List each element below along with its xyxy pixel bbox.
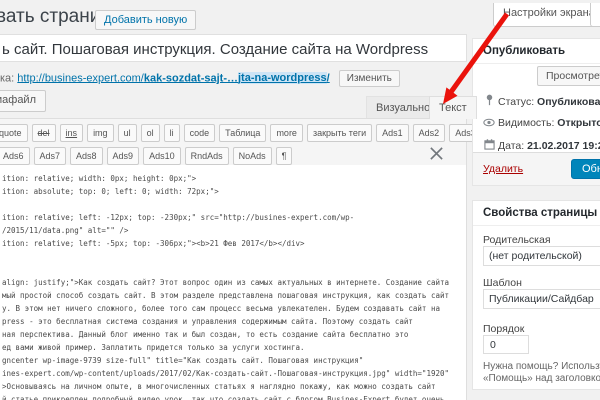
ol-button[interactable]: ol — [141, 124, 160, 142]
permalink-base: http://busines-expert.com/ — [17, 72, 144, 84]
code-line: мый простой способ создать сайт. В этом … — [2, 289, 466, 302]
status-row: Статус: ОпубликованоИзменить — [483, 94, 600, 109]
template-label: Шаблон — [483, 277, 522, 289]
parent-label: Родительская — [483, 234, 551, 246]
noads-button[interactable]: NoAds — [233, 147, 272, 165]
code-line: ines-expert.com/wp-content/uploads/2017/… — [2, 367, 466, 380]
paragraph-button[interactable]: ¶ — [276, 147, 293, 165]
visibility-row: Видимость: ОткрытоИзменить — [483, 117, 600, 130]
add-new-button[interactable]: Добавить новую — [95, 10, 196, 30]
code-line: ition: relative; left: -5px; top: -306px… — [2, 237, 466, 250]
eye-icon — [483, 118, 495, 130]
move-to-trash-link[interactable]: Удалить — [483, 163, 523, 175]
permalink-tail: / — [327, 72, 330, 84]
ads9-button[interactable]: Ads9 — [107, 147, 140, 165]
help-note-line1: Нужна помощь? Используйте вкладку — [483, 361, 600, 372]
preview-changes-button[interactable]: Просмотреть изменения — [537, 66, 600, 86]
code-button[interactable]: code — [184, 124, 216, 142]
code-line — [2, 263, 466, 276]
rndads-button[interactable]: RndAds — [185, 147, 229, 165]
code-line: press - это бесплатная система создания … — [2, 315, 466, 328]
li-button[interactable]: li — [164, 124, 180, 142]
screen-options-label: Настройки экрана — [503, 7, 595, 19]
ads10-button[interactable]: Ads10 — [143, 147, 181, 165]
code-line: align: justify;">Как создать сайт? Этот … — [2, 276, 466, 289]
date-label: Дата: — [498, 140, 524, 152]
parent-select[interactable]: (нет родительской) — [483, 246, 600, 266]
ins-button[interactable]: ins — [60, 124, 84, 142]
ads6-button[interactable]: Ads6 — [0, 147, 30, 165]
fullscreen-icon[interactable] — [429, 146, 444, 166]
ads8-button[interactable]: Ads8 — [70, 147, 103, 165]
help-note-line2: «Помощь» над заголовком экрана. — [483, 373, 600, 384]
status-label: Статус: — [498, 96, 534, 108]
code-line: ная перспектива. Данный блог именно так … — [2, 328, 466, 341]
code-line: й статье прикреплен подробный видео урок… — [2, 393, 466, 400]
code-line: ед вами живой пример. Заплатить придется… — [2, 341, 466, 354]
help-button[interactable]: Помощь — [590, 3, 600, 27]
screen-options-button[interactable]: Настройки экрана▼ — [493, 3, 600, 27]
wordpress-edit-page-screen: Настройки экрана▼ Помощь вать страницу Д… — [0, 0, 600, 400]
code-line: ition: relative; width: 0px; height: 0px… — [2, 172, 466, 185]
img-button[interactable]: img — [87, 124, 114, 142]
order-input[interactable]: 0 — [483, 335, 529, 354]
more-button[interactable]: more — [270, 124, 303, 142]
ads2-button[interactable]: Ads2 — [413, 124, 446, 142]
calendar-icon — [483, 139, 495, 153]
toolbar-row-2: Ads6Ads7Ads8Ads9Ads10RndAdsNoAds¶ — [0, 146, 464, 165]
update-button[interactable]: Обновить — [571, 159, 600, 179]
visibility-value: Открыто — [557, 117, 600, 129]
quicktags-toolbar: b-quotedelinsimgulollicodeТаблицаmoreзак… — [0, 119, 466, 170]
template-select[interactable]: Публикации/Сайдбар — [483, 289, 600, 309]
ads1-button[interactable]: Ads1 — [376, 124, 409, 142]
toolbar-row-1: b-quotedelinsimgulollicodeТаблицаmoreзак… — [0, 123, 464, 142]
code-line — [2, 198, 466, 211]
pin-icon — [483, 94, 495, 109]
publish-panel-title[interactable]: Опубликовать — [473, 39, 600, 64]
bquote-button[interactable]: b-quote — [0, 124, 28, 142]
add-media-button[interactable]: иафайл — [0, 90, 46, 112]
date-value: 21.02.2017 19:24 — [527, 140, 600, 152]
order-label: Порядок — [483, 323, 524, 335]
attributes-panel-title[interactable]: Свойства страницы — [473, 201, 600, 226]
status-value: Опубликовано — [537, 96, 600, 108]
permalink-link[interactable]: http://busines-expert.com/kak-sozdat-saj… — [17, 72, 329, 84]
tab-text[interactable]: Текст — [429, 96, 477, 119]
editor-textarea[interactable]: ition: relative; width: 0px; height: 0px… — [0, 165, 466, 400]
del-button[interactable]: del — [32, 124, 56, 142]
code-line: у. В этом нет ничего сложного, более тог… — [2, 302, 466, 315]
code-line — [2, 250, 466, 263]
visibility-label: Видимость: — [498, 117, 554, 129]
code-line: /2015/11/data.png" alt="" /> — [2, 224, 466, 237]
ads7-button[interactable]: Ads7 — [34, 147, 67, 165]
date-row: Дата: 21.02.2017 19:24Изменить — [483, 139, 600, 153]
close-tags-button[interactable]: закрыть теги — [307, 124, 372, 142]
post-title-input[interactable]: ь сайт. Пошаговая инструкция. Создание с… — [0, 34, 467, 62]
text-editor: b-quotedelinsimgulollicodeТаблицаmoreзак… — [0, 118, 467, 400]
table-button[interactable]: Таблица — [219, 124, 266, 142]
permalink-label: ка: — [0, 72, 14, 84]
publish-panel: Опубликовать Просмотреть изменения Стату… — [472, 38, 600, 186]
page-attributes-panel: Свойства страницы Родительская (нет роди… — [472, 200, 600, 390]
publish-footer: Удалить Обновить — [473, 152, 600, 185]
permalink-selected-text: jta-na-wordpress — [238, 72, 327, 84]
permalink-row: ка: http://busines-expert.com/kak-sozdat… — [0, 70, 400, 87]
edit-permalink-button[interactable]: Изменить — [339, 70, 400, 87]
permalink-slug: kak-sozdat-sajt-… — [144, 72, 238, 84]
code-line: >Основываясь на личном опыте, в многочис… — [2, 380, 466, 393]
code-line: ition: relative; left: -12px; top: -230p… — [2, 211, 466, 224]
code-line: ition: absolute; top: 0; left: 0; width:… — [2, 185, 466, 198]
code-line: gncenter wp-image-9739 size-full" title=… — [2, 354, 466, 367]
ul-button[interactable]: ul — [118, 124, 137, 142]
